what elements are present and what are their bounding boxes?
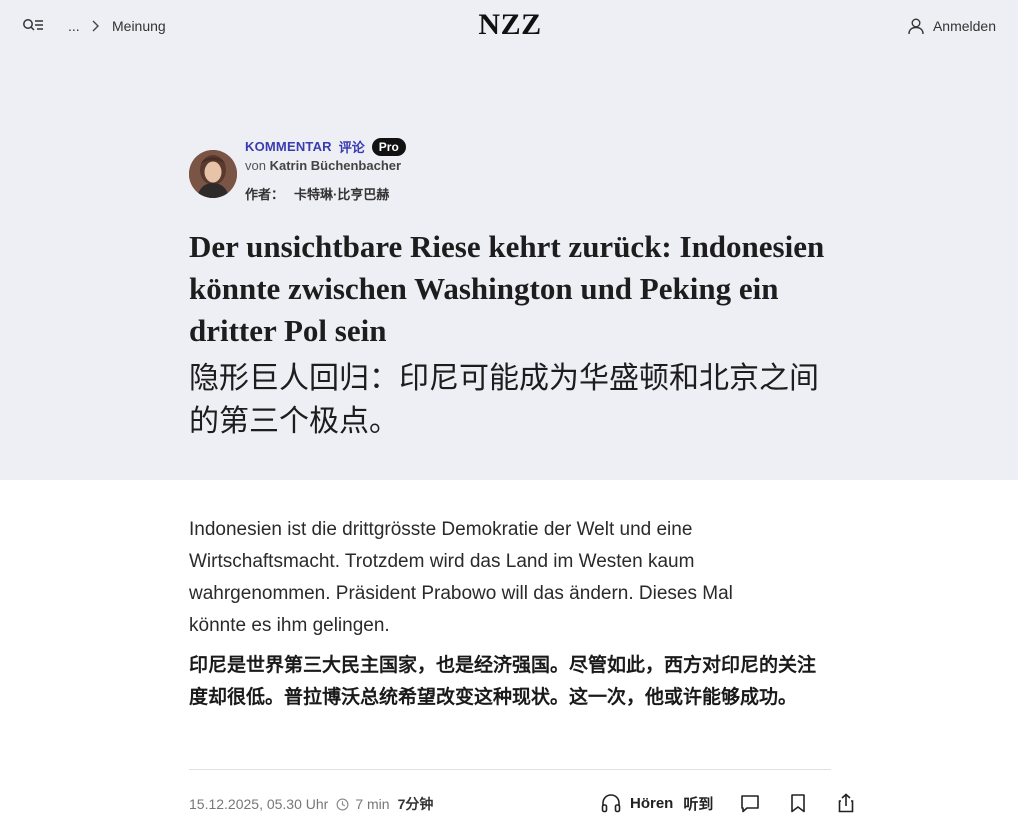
listen-button[interactable]: Hören 听到 <box>600 792 713 814</box>
article-meta: 15.12.2025, 05.30 Uhr 7 min 7分钟 <box>189 794 433 814</box>
read-time: 7 min <box>355 796 390 812</box>
author-name[interactable]: Katrin Büchenbacher <box>270 158 401 173</box>
byline-prefix: von <box>245 158 266 173</box>
login-label: Anmelden <box>932 18 996 34</box>
clock-icon <box>336 798 349 810</box>
article-actions: Hören 听到 <box>600 792 857 814</box>
article-headline-translation: 隐形巨人回归：印尼可能成为华盛顿和北京之间的第三个极点。 <box>189 361 819 439</box>
read-time-cn: 7分钟 <box>397 796 434 812</box>
comment-icon[interactable] <box>739 792 761 814</box>
headphones-icon <box>601 794 621 813</box>
author-cn-label: 作者： <box>245 187 285 202</box>
kicker-label[interactable]: KOMMENTAR <box>245 139 332 154</box>
divider <box>189 769 831 770</box>
byline: von Katrin Büchenbacher <box>245 158 401 173</box>
bookmark-icon[interactable] <box>787 792 809 814</box>
user-icon <box>908 18 924 35</box>
breadcrumb-ellipsis[interactable]: ... <box>68 18 80 34</box>
listen-label-cn: 听到 <box>683 795 714 813</box>
search-menu-icon[interactable] <box>22 18 44 36</box>
article-lead-translation: 印尼是世界第三大民主国家，也是经济强国。尽管如此，西方对印尼的关注度却很低。普拉… <box>189 655 817 708</box>
article-kicker: KOMMENTAR 评论 Pro <box>245 137 406 156</box>
breadcrumb-section-link[interactable]: Meinung <box>112 18 166 34</box>
share-icon[interactable] <box>835 792 857 814</box>
top-bar: ... Meinung NZZ Anmelden <box>0 0 1018 54</box>
article-lead: Indonesien ist die drittgrösste Demokrat… <box>189 519 733 636</box>
publish-date: 15.12.2025, 05.30 Uhr <box>189 796 329 812</box>
author-translation: 作者： 卡特琳·比亨巴赫 <box>245 184 389 203</box>
listen-label: Hören <box>630 794 674 812</box>
chevron-right-icon <box>92 20 99 32</box>
author-portrait <box>189 150 237 198</box>
author-cn-name: 卡特琳·比亨巴赫 <box>294 187 390 202</box>
author-avatar[interactable] <box>189 150 237 198</box>
pro-badge: Pro <box>371 137 406 156</box>
kicker-label-cn: 评论 <box>338 140 365 155</box>
article-headline: Der unsichtbare Riese kehrt zurück: Indo… <box>189 229 825 348</box>
nzz-logo[interactable]: NZZ <box>470 8 550 42</box>
login-button[interactable]: Anmelden <box>907 17 996 35</box>
